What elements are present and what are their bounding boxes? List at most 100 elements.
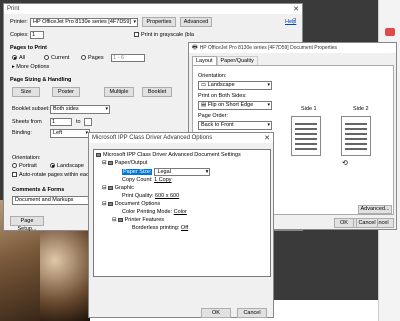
comments-header: Comments & Forms [12,187,65,193]
graphic-label: Graphic [114,185,134,191]
tool-icon[interactable] [385,28,395,36]
advanced-settings-tree: Microsoft IPP Class Driver Advanced Docu… [93,149,271,277]
copy-count-value[interactable]: 1 Copy [154,177,171,183]
page-setup-button[interactable]: Page Setup... [10,216,44,232]
chevron-down-icon: ▾ [205,169,209,175]
sheets-to-input[interactable] [84,118,92,126]
portrait-option[interactable]: Portrait [12,163,37,169]
advanced-cancel-button[interactable]: Cancel [237,308,267,318]
document-icon [107,202,113,206]
poster-button[interactable]: Poster [52,87,80,97]
tree-printer-features[interactable]: ⊟ Printer Features [112,217,164,223]
all-option[interactable]: All [12,55,25,61]
print-cancel-button[interactable]: Cancel [356,218,378,228]
print-quality-value[interactable]: 600 x 600 [155,193,179,199]
flip-icon: ▤ [201,102,208,108]
grayscale-option[interactable]: Print in grayscale (bla [134,32,194,38]
color-mode-label: Color Printing Mode: [122,209,173,215]
grayscale-checkbox[interactable] [134,32,139,38]
advanced-button[interactable]: Advanced [180,17,212,27]
booklet-subset-value: Both sides [53,106,79,112]
both-sides-value: Flip on Short Edge [207,102,254,108]
print-titlebar: Print ✕ [4,4,302,14]
color-mode-value[interactable]: Color [174,209,187,215]
booklet-button[interactable]: Booklet [142,87,172,97]
size-button[interactable]: Size [12,87,40,97]
paper-icon [107,161,113,165]
settings-icon [96,153,101,157]
advanced-title: Microsoft IPP Class Driver Advanced Opti… [92,135,213,141]
landscape-option[interactable]: Landscape [50,163,84,169]
print-ok-button[interactable]: OK [334,218,354,228]
pages-label: Pages [88,55,104,61]
all-label: All [19,55,26,61]
binding-value: Left [53,130,63,136]
chevron-down-icon: ▾ [267,82,270,88]
tree-document-options[interactable]: ⊟ Document Options [102,201,160,207]
landscape-radio[interactable] [50,163,55,169]
props-orientation-value: Landscape [207,82,235,88]
properties-title: HP OfficeJet Pro 8130e series [4F7D59] D… [199,45,338,51]
tree-paper-output[interactable]: ⊟ Paper/Output [102,160,147,166]
tree-root[interactable]: Microsoft IPP Class Driver Advanced Docu… [96,152,241,158]
current-radio[interactable] [44,55,49,61]
help-icon[interactable]: ? [293,18,296,24]
all-radio[interactable] [12,55,17,61]
close-icon[interactable]: ✕ [293,5,299,13]
multiple-button[interactable]: Multiple [104,87,134,97]
both-sides-select[interactable]: ▤ Flip on Short Edge ▾ [198,101,272,110]
portrait-label: Portrait [19,163,37,169]
more-options-toggle[interactable]: ▸ More Options [12,64,49,70]
tree-print-quality[interactable]: Print Quality: 600 x 600 [122,193,179,199]
paper-size-select[interactable]: Legal ▾ [154,168,211,176]
tab-paper-quality[interactable]: Paper/Quality [216,56,258,65]
tree-paper-size[interactable]: Paper Size: Legal ▾ [122,168,211,176]
current-label: Current [51,55,70,61]
more-options-label: More Options [16,64,50,70]
advanced-titlebar: Microsoft IPP Class Driver Advanced Opti… [89,133,273,143]
sheets-from-label: Sheets from [12,119,42,125]
flip-arrow-icon: ⟲ [342,160,348,167]
chevron-down-icon: ▾ [133,19,136,25]
borderless-label: Borderless printing: [132,225,180,231]
properties-titlebar: 🖶 HP OfficeJet Pro 8130e series [4F7D59]… [189,43,396,53]
tab-layout[interactable]: Layout [192,56,217,65]
page-order-value: Back to Front [201,122,234,128]
properties-button[interactable]: Properties [142,17,176,27]
pages-to-print-header: Pages to Print [10,45,47,51]
copies-input[interactable]: 1 [30,31,44,39]
tree-borderless[interactable]: Borderless printing: Off [132,225,188,231]
landscape-icon: ▭ [201,82,208,88]
close-icon[interactable]: ✕ [264,134,270,142]
page-order-select[interactable]: Back to Front ▾ [198,121,272,130]
borderless-value[interactable]: Off [181,225,188,231]
binding-select[interactable]: Left ▾ [50,129,90,138]
comments-value: Document and Markups [15,197,74,203]
props-advanced-button[interactable]: Advanced... [358,205,392,214]
landscape-label: Landscape [57,163,84,169]
booklet-subset-select[interactable]: Both sides ▾ [50,105,110,114]
tree-copy-count[interactable]: Copy Count: 1 Copy [122,177,172,183]
orientation-label: Orientation: [12,155,41,161]
collapse-icon: ⊟ [112,217,117,223]
current-option[interactable]: Current [44,55,69,61]
props-orientation-select[interactable]: ▭ Landscape ▾ [198,81,272,90]
tree-color-mode[interactable]: Color Printing Mode: Color [122,209,187,215]
comments-select[interactable]: Document and Markups ▾ [12,196,92,205]
advanced-ok-button[interactable]: OK [201,308,231,318]
both-sides-label: Print on Both Sides: [198,93,247,99]
auto-rotate-option[interactable]: Auto-rotate pages within each sh [12,172,99,178]
copy-count-label: Copy Count: [122,177,153,183]
tree-root-label: Microsoft IPP Class Driver Advanced Docu… [103,152,241,158]
printer-features-label: Printer Features [124,217,165,223]
auto-rotate-checkbox[interactable] [12,172,17,178]
pages-radio[interactable] [81,55,86,61]
pages-range-input[interactable]: 1 - 6 [111,54,145,62]
tree-graphic[interactable]: ⊟ Graphic [102,185,134,191]
print-title: Print [7,6,20,12]
doc-options-label: Document Options [114,201,161,207]
printer-select[interactable]: HP OfficeJet Pro 8130e series [4F7D59] ▾ [30,18,138,27]
pages-option[interactable]: Pages [81,55,104,61]
sheets-from-input[interactable]: 1 [50,118,72,126]
portrait-radio[interactable] [12,163,17,169]
